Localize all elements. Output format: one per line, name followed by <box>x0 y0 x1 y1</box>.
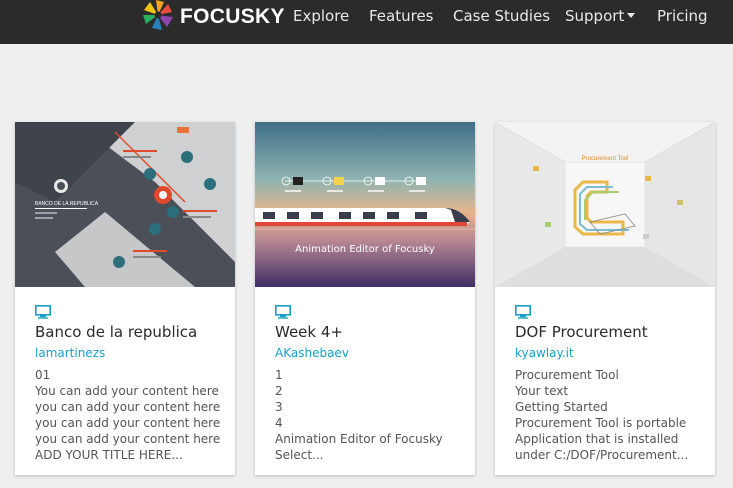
presentation-thumbnail[interactable]: Animation Editor of Focusky <box>255 122 475 287</box>
card-description-line: Animation Editor of Focusky <box>275 432 443 446</box>
presentation-card[interactable]: Procurement Tool DOF Procurement kyawlay… <box>495 122 715 475</box>
card-description-line: 3 <box>275 400 283 414</box>
card-description-line: 2 <box>275 384 283 398</box>
presentation-card[interactable]: BANCO DE LA REPUBLICA Banco de la republ… <box>15 122 235 475</box>
card-description-line: 4 <box>275 416 283 430</box>
card-description-line: 01 <box>35 368 51 382</box>
nav-support[interactable]: Support <box>565 0 636 34</box>
brand-name: FOCUSKY <box>180 5 285 28</box>
presentation-thumbnail[interactable]: Procurement Tool <box>495 122 715 287</box>
card-description-line: under C:/DOF/Procurement... <box>515 448 689 462</box>
monitor-icon <box>275 305 291 319</box>
card-description-line: 1 <box>275 368 283 382</box>
card-description-line: ADD YOUR TITLE HERE... <box>35 448 183 462</box>
card-description: Procurement Tool Your text Getting Start… <box>515 367 710 463</box>
card-description: 01 You can add your content here you can… <box>35 367 230 463</box>
thumb-caption: Animation Editor of Focusky <box>295 244 435 255</box>
monitor-icon <box>515 305 531 319</box>
nav-pricing[interactable]: Pricing <box>657 0 708 34</box>
nav-explore[interactable]: Explore <box>293 0 349 34</box>
monitor-icon <box>35 305 51 319</box>
card-description-line: Application that is installed <box>515 432 679 446</box>
card-author-link[interactable]: lamartinezs <box>35 346 105 360</box>
card-description-line: Select... <box>275 448 324 462</box>
card-title[interactable]: Banco de la republica <box>35 323 197 341</box>
card-author-link[interactable]: kyawlay.it <box>515 346 574 360</box>
presentation-card[interactable]: Animation Editor of Focusky Week 4+ AKas… <box>255 122 475 475</box>
card-description-line: You can add your content here <box>35 384 219 398</box>
card-description-line: Procurement Tool <box>515 368 619 382</box>
card-description-line: you can add your content here <box>35 416 221 430</box>
card-description-line: you can add your content here <box>35 432 221 446</box>
nav-features[interactable]: Features <box>369 0 434 34</box>
card-description-line: Getting Started <box>515 400 608 414</box>
card-title[interactable]: DOF Procurement <box>515 323 648 341</box>
card-description-line: you can add your content here <box>35 400 221 414</box>
nav-support-label: Support <box>565 7 625 25</box>
card-description-line: Procurement Tool is portable <box>515 416 687 430</box>
card-title[interactable]: Week 4+ <box>275 323 343 341</box>
card-description-line: Your text <box>515 384 569 398</box>
thumb-banner-text: BANCO DE LA REPUBLICA <box>35 201 99 207</box>
card-author-link[interactable]: AKashebaev <box>275 346 349 360</box>
nav-case-studies[interactable]: Case Studies <box>453 0 550 34</box>
focusky-logo-icon <box>141 0 175 37</box>
caret-down-icon <box>627 13 636 18</box>
presentation-thumbnail[interactable]: BANCO DE LA REPUBLICA <box>15 122 235 287</box>
focusky-logo[interactable]: FOCUSKY <box>141 0 285 34</box>
top-navigation-bar: FOCUSKY Explore Features Case Studies Su… <box>0 0 733 44</box>
card-description: 1 2 3 4 Animation Editor of Focusky Sele… <box>275 367 470 463</box>
thumb-caption: Procurement Tool <box>582 156 629 162</box>
